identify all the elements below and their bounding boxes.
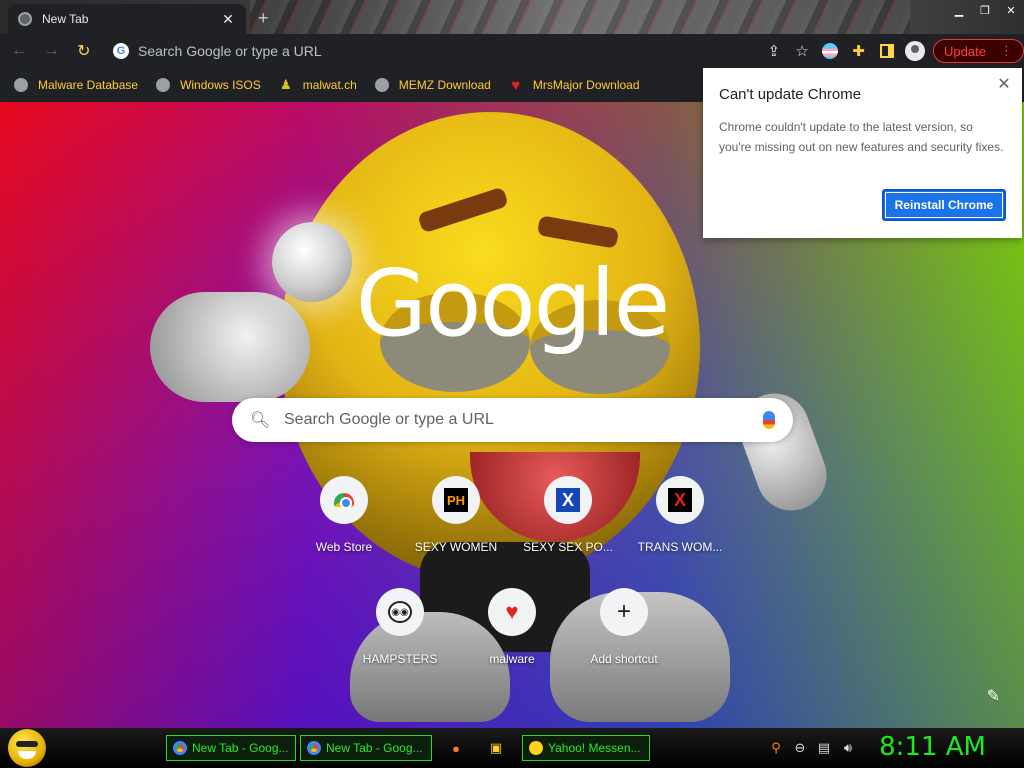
shortcut-label: Add shortcut [590,652,658,666]
new-tab-button[interactable]: + [258,8,269,29]
tray-status-icon[interactable]: ⊖ [792,740,808,756]
profile-avatar-icon[interactable] [901,37,929,65]
x-blue-icon: X [556,488,580,512]
customize-pencil-icon[interactable]: ✎ [987,686,1000,706]
bookmark-star-icon[interactable]: ☆ [788,37,816,65]
heart-icon: ♥ [505,599,519,624]
shortcut-hampsters[interactable]: ◉◉ HAMPSTERS [344,582,456,682]
add-shortcut-button[interactable]: + Add shortcut [568,582,680,682]
side-panel-icon[interactable] [873,37,901,65]
shortcut-label: malware [489,652,535,666]
globe-icon [14,78,28,92]
extension-flag-icon[interactable] [816,37,844,65]
shortcut-malware[interactable]: ♥ malware [456,582,568,682]
shortcut-sexy-women[interactable]: PH SEXY WOMEN [400,470,512,570]
shortcut-label: SEXY SEX PO... [523,540,613,554]
shortcut-label: Web Store [315,540,373,554]
tab-new-tab[interactable]: New Tab ✕ [8,4,246,34]
taskbar-item-label: New Tab - Goog... [192,741,289,755]
google-logo: Google [355,250,670,357]
taskbar-item-label: Yahoo! Messen... [548,741,641,755]
shortcut-trans-wom[interactable]: X TRANS WOM... [624,470,736,570]
shortcut-label: SEXY WOMEN [414,540,498,554]
shortcut-sexy-sex-po[interactable]: X SEXY SEX PO... [512,470,624,570]
voice-search-icon[interactable] [763,411,775,429]
taskbar-item-yahoo-messenger[interactable]: Yahoo! Messen... [522,735,650,761]
bookmark-memz-download[interactable]: MEMZ Download [374,78,491,92]
chrome-icon [173,741,187,755]
reload-icon[interactable]: ↻ [71,37,97,65]
bookmark-mrsmajor-download[interactable]: ♥ MrsMajor Download [509,76,640,94]
ph-icon: PH [444,488,468,512]
bookmark-malware-database[interactable]: Malware Database [14,78,138,92]
window-controls: ▁ ❐ ✕ [946,0,1024,20]
extensions-puzzle-icon[interactable]: ✚ [844,37,872,65]
minimize-icon[interactable]: ▁ [946,0,972,20]
theme-decoration [250,0,910,34]
taskbar-item-chrome-2[interactable]: New Tab - Goog... [300,735,432,761]
reinstall-chrome-button[interactable]: Reinstall Chrome [882,189,1006,221]
chrome-favicon-icon [18,12,32,26]
bookmark-label: MrsMajor Download [532,78,640,92]
popup-title: Can't update Chrome [719,86,862,103]
restore-icon[interactable]: ❐ [972,0,998,20]
volume-icon[interactable]: 🔊︎ [840,740,856,756]
network-icon[interactable]: ▤ [816,740,832,756]
menu-kebab-icon: ⋮ [999,43,1013,58]
google-g-icon: G [112,43,129,59]
window-close-icon[interactable]: ✕ [998,0,1024,20]
popup-close-icon[interactable]: ✕ [994,74,1014,94]
update-label: Update [944,43,986,59]
share-icon[interactable]: ⇪ [760,37,788,65]
bookmark-label: Malware Database [38,78,139,92]
bookmark-label: MEMZ Download [398,78,491,92]
bookmark-windows-isos[interactable]: Windows ISOS [156,78,261,92]
globe-icon [374,78,389,92]
search-box[interactable]: 🔍︎ [232,398,793,442]
taskbar-item-label: New Tab - Goog... [326,741,423,755]
folder-icon[interactable]: ▣ [488,740,504,756]
omnibox[interactable]: G Search Google or type a URL [110,37,760,65]
popup-message: Chrome couldn't update to the latest ver… [719,120,1004,154]
taskbar-item-chrome-1[interactable]: New Tab - Goog... [166,735,296,761]
title-bar: New Tab ✕ + ▁ ❐ ✕ [0,0,1024,34]
shortcut-label: TRANS WOM... [637,540,723,554]
omnibox-placeholder: Search Google or type a URL [137,43,322,59]
bookmark-malwat-ch[interactable]: ♟ malwat.ch [279,77,357,92]
chrome-icon [307,741,321,755]
globe-icon [156,78,171,92]
update-error-popup: Can't update Chrome ✕ Chrome couldn't up… [703,68,1022,238]
shortcut-label: HAMPSTERS [362,652,438,666]
yahoo-smiley-icon [529,741,543,755]
search-icon[interactable]: ⚲ [768,740,784,756]
bookmark-label: Windows ISOS [180,78,261,92]
search-icon: 🔍︎ [250,412,271,429]
start-smiley-icon[interactable] [8,729,46,767]
webstore-icon [334,493,354,509]
search-input[interactable] [284,411,763,429]
update-button[interactable]: Update ⋮ [933,39,1024,63]
forward-arrow-icon[interactable]: → [38,37,64,65]
firefox-icon[interactable]: ● [448,740,464,756]
x-red-icon: X [668,488,692,512]
taskbar-clock: 8:11 AM [879,732,986,762]
tab-close-icon[interactable]: ✕ [220,11,236,28]
back-arrow-icon[interactable]: ← [6,37,32,65]
person-icon: ♟ [279,77,292,92]
heart-icon: ♥ [511,76,521,94]
taskbar: New Tab - Goog... New Tab - Goog... ● ▣ … [0,728,1024,768]
bookmark-label: malwat.ch [302,78,357,92]
hamster-icon: ◉◉ [388,601,412,623]
tab-title: New Tab [42,12,89,26]
shortcut-web-store[interactable]: Web Store [288,470,400,570]
plus-icon: + [616,598,631,625]
browser-toolbar: ← → ↻ G Search Google or type a URL ⇪ ☆ … [0,34,1024,68]
